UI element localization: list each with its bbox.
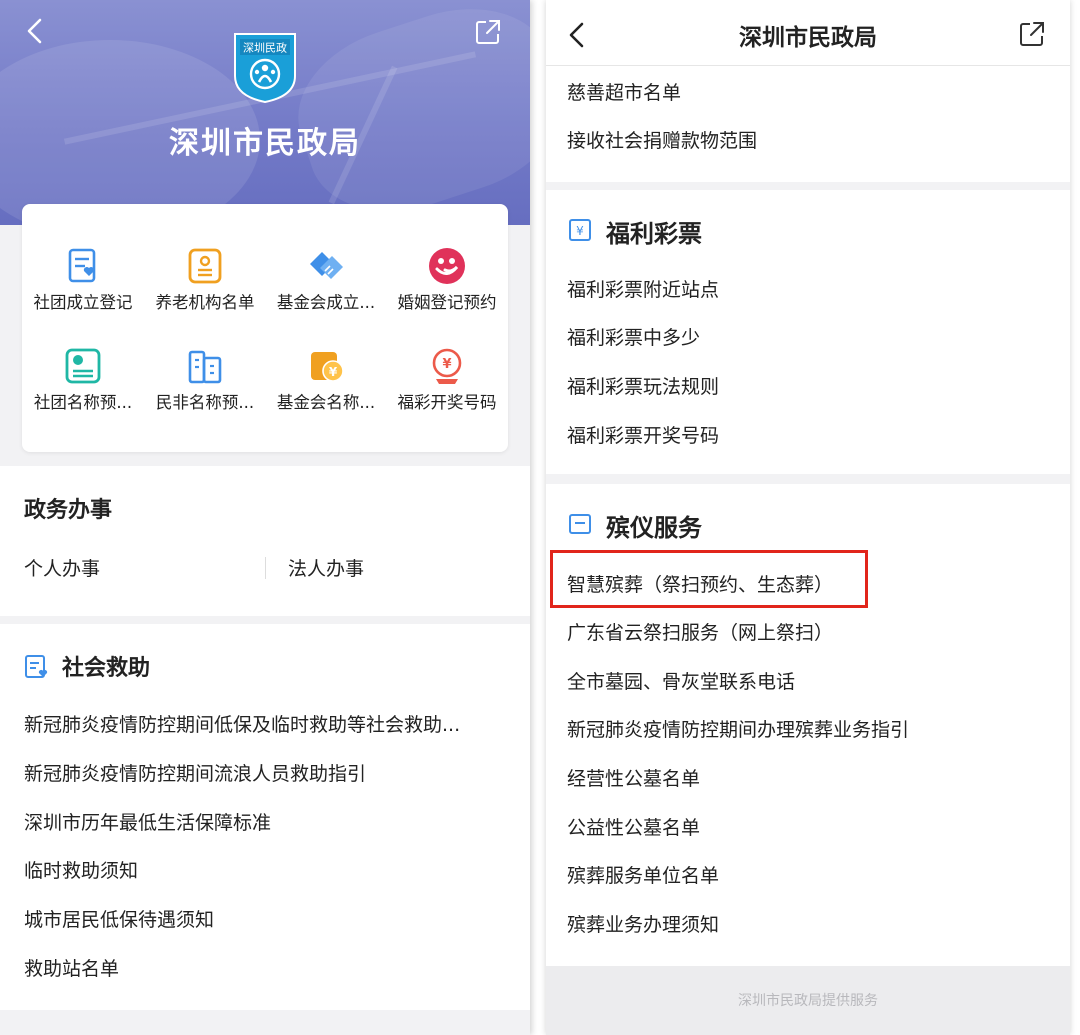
foundation-fund-icon: ¥	[311, 352, 344, 382]
quick-action-elderly-institutions[interactable]: 养老机构名单	[144, 234, 266, 324]
social-aid-icon	[25, 655, 48, 678]
list-item[interactable]: 新冠肺炎疫情防控期间低保及临时救助等社会救助...	[24, 710, 460, 737]
list-item[interactable]: 临时救助须知	[24, 856, 138, 883]
list-item[interactable]: 福利彩票附近站点	[567, 275, 719, 302]
lottery-icon: ¥	[432, 348, 462, 384]
quick-action-label: 养老机构名单	[155, 293, 255, 312]
list-item[interactable]: 广东省云祭扫服务（网上祭扫）	[567, 618, 833, 645]
quick-action-label: 民非名称预...	[155, 393, 255, 412]
list-item[interactable]: 殡葬业务办理须知	[567, 910, 719, 937]
quick-action-label: 福彩开奖号码	[397, 393, 497, 412]
quick-action-label: 婚姻登记预约	[397, 293, 497, 312]
svg-text:¥: ¥	[442, 357, 451, 372]
share-icon[interactable]	[474, 18, 502, 46]
personal-affairs-link[interactable]: 个人办事	[24, 554, 100, 581]
social-aid-heading: 社会救助	[62, 656, 151, 681]
quick-action-label: 社团名称预...	[33, 393, 133, 412]
funeral-heading: 殡仪服务	[606, 514, 702, 542]
quick-action-lottery-numbers[interactable]: ¥ 福彩开奖号码	[386, 334, 508, 424]
quick-action-marriage-booking[interactable]: 婚姻登记预约	[386, 234, 508, 324]
quick-action-foundation-establish[interactable]: 基金会成立...	[265, 234, 387, 324]
left-screen: 深圳民政 深圳市民政局 社团成立登记 养老机构名单 基金会成立... 婚姻登记预…	[0, 0, 530, 1035]
building-icon	[188, 350, 222, 384]
handshake-icon	[310, 252, 343, 279]
social-aid-section: 社会救助 新冠肺炎疫情防控期间低保及临时救助等社会救助... 新冠肺炎疫情防控期…	[0, 624, 530, 1010]
quick-action-label: 社团成立登记	[33, 293, 133, 312]
page-title: 深圳市民政局	[169, 126, 361, 161]
hero-banner: 深圳民政 深圳市民政局	[0, 0, 530, 225]
divider	[265, 557, 266, 579]
footer-text: 深圳市民政局提供服务	[738, 993, 878, 1009]
lottery-section: ¥ 福利彩票 福利彩票附近站点 福利彩票中多少 福利彩票玩法规则 福利彩票开奖号…	[546, 190, 1070, 474]
list-item[interactable]: 城市居民低保待遇须知	[24, 905, 214, 932]
quick-action-label: 基金会名称...	[276, 393, 376, 412]
share-icon[interactable]	[1018, 20, 1046, 48]
quick-action-society-registration[interactable]: 社团成立登记	[22, 234, 144, 324]
lottery-ticket-icon: ¥	[569, 219, 591, 241]
gov-affairs-section: 政务办事 个人办事 法人办事	[0, 466, 530, 616]
marriage-icon	[429, 248, 465, 284]
list-item[interactable]: 接收社会捐赠款物范围	[567, 126, 757, 153]
svg-text:¥: ¥	[329, 365, 338, 379]
list-item[interactable]: 福利彩票开奖号码	[567, 421, 719, 448]
top-nav-bar: 深圳市民政局	[546, 0, 1070, 66]
list-item[interactable]: 新冠肺炎疫情防控期间办理殡葬业务指引	[567, 715, 909, 742]
elderly-id-icon	[188, 248, 222, 284]
quick-action-foundation-name[interactable]: ¥ 基金会名称...	[265, 334, 387, 424]
quick-action-label: 基金会成立...	[276, 293, 376, 312]
logo-icon: 深圳民政	[234, 33, 296, 104]
funeral-doc-icon	[569, 514, 591, 534]
quick-action-nonprofit-name[interactable]: 民非名称预...	[144, 334, 266, 424]
lottery-heading: 福利彩票	[606, 220, 702, 248]
nav-title: 深圳市民政局	[739, 25, 877, 51]
charity-section: 慈善超市名单 接收社会捐赠款物范围	[546, 66, 1070, 182]
quick-actions-card: 社团成立登记 养老机构名单 基金会成立... 婚姻登记预约 社团名称预... 民…	[22, 204, 508, 452]
list-item[interactable]: 福利彩票中多少	[567, 323, 700, 350]
list-item[interactable]: 新冠肺炎疫情防控期间流浪人员救助指引	[24, 759, 366, 786]
list-item[interactable]: 福利彩票玩法规则	[567, 372, 719, 399]
list-item[interactable]: 救助站名单	[24, 954, 119, 981]
list-item[interactable]: 经营性公墓名单	[567, 764, 700, 791]
svg-text:¥: ¥	[576, 224, 584, 238]
right-screen: 深圳市民政局 慈善超市名单 接收社会捐赠款物范围 ¥ 福利彩票 福利彩票附近站点…	[546, 0, 1070, 1035]
list-item[interactable]: 殡葬服务单位名单	[567, 861, 719, 888]
legal-entity-affairs-link[interactable]: 法人办事	[288, 554, 364, 581]
list-item[interactable]: 慈善超市名单	[567, 78, 681, 105]
list-item[interactable]: 公益性公墓名单	[567, 813, 700, 840]
society-name-icon	[65, 348, 101, 384]
list-item[interactable]: 全市墓园、骨灰堂联系电话	[567, 667, 795, 694]
footer: 深圳市民政局提供服务	[546, 966, 1070, 1035]
gov-affairs-heading: 政务办事	[24, 498, 113, 523]
highlight-annotation	[550, 550, 868, 608]
list-item[interactable]: 深圳市历年最低生活保障标准	[24, 808, 271, 835]
document-heart-icon	[68, 248, 96, 283]
logo-text: 深圳民政	[243, 41, 287, 55]
back-icon[interactable]	[20, 16, 50, 46]
quick-action-society-name[interactable]: 社团名称预...	[22, 334, 144, 424]
